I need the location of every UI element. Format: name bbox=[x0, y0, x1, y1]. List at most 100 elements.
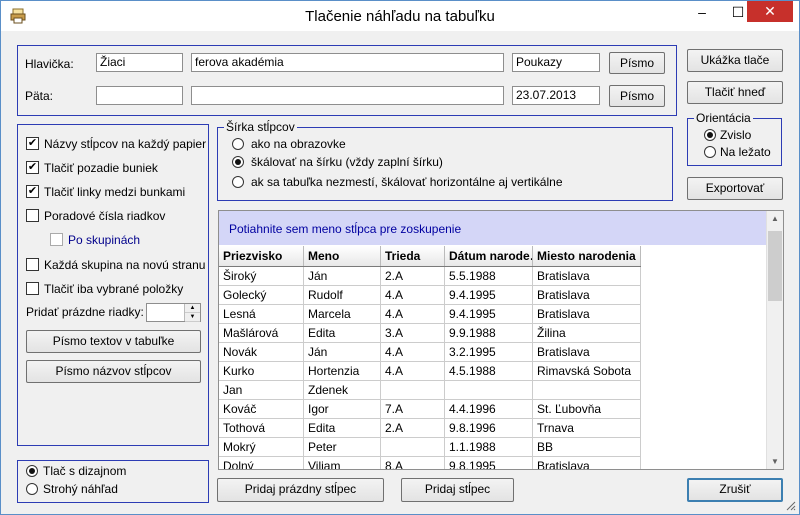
table-cell[interactable]: 9.4.1995 bbox=[444, 285, 533, 305]
table-cell[interactable] bbox=[380, 380, 445, 400]
table-row[interactable]: Mašlárová Edita 3.A 9.9.1988 Žilina bbox=[219, 323, 641, 343]
table-row[interactable]: Lesná Marcela 4.A 9.4.1995 Bratislava bbox=[219, 304, 641, 324]
print-now-button[interactable]: Tlačiť hneď bbox=[687, 81, 783, 104]
table-cell[interactable]: Novák bbox=[219, 342, 304, 362]
table-cell[interactable]: Rimavská Sobota bbox=[532, 361, 641, 381]
table-row[interactable]: Dolný Viliam 8.A 9.8.1995 Bratislava bbox=[219, 456, 641, 469]
table-cell[interactable] bbox=[444, 380, 533, 400]
table-cell[interactable]: 4.A bbox=[380, 361, 445, 381]
table-row[interactable]: Tothová Edita 2.A 9.8.1996 Trnava bbox=[219, 418, 641, 438]
row-numbers-checkbox[interactable] bbox=[26, 209, 39, 222]
table-cell[interactable] bbox=[380, 437, 445, 457]
column-header[interactable]: Trieda bbox=[380, 246, 445, 267]
table-cell[interactable]: Trnava bbox=[532, 418, 641, 438]
column-header[interactable]: Dátum narode… bbox=[444, 246, 533, 267]
table-cell[interactable]: Peter bbox=[303, 437, 381, 457]
table-cell[interactable]: Edita bbox=[303, 323, 381, 343]
width-scale-width-radio[interactable] bbox=[232, 156, 244, 168]
table-cell[interactable]: 5.5.1988 bbox=[444, 266, 533, 286]
print-lines-checkbox[interactable]: ✔ bbox=[26, 185, 39, 198]
data-grid[interactable]: Potiahnite sem meno stĺpca pre zoskupeni… bbox=[218, 210, 784, 470]
table-cell[interactable]: Bratislava bbox=[532, 342, 641, 362]
table-cell[interactable]: Lesná bbox=[219, 304, 304, 324]
add-column-button[interactable]: Pridaj stĺpec bbox=[401, 478, 514, 502]
table-cell[interactable]: Jan bbox=[219, 380, 304, 400]
table-cell[interactable]: Tothová bbox=[219, 418, 304, 438]
table-cell[interactable]: Mokrý bbox=[219, 437, 304, 457]
footer-font-button[interactable]: Písmo bbox=[609, 85, 665, 107]
footer-center-input[interactable] bbox=[191, 86, 504, 105]
table-cell[interactable]: Bratislava bbox=[532, 266, 641, 286]
design-print-radio[interactable] bbox=[26, 465, 38, 477]
table-cell[interactable]: Ján bbox=[303, 342, 381, 362]
table-cell[interactable]: Kováč bbox=[219, 399, 304, 419]
scroll-up-icon[interactable]: ▲ bbox=[767, 214, 783, 223]
stepper-buttons[interactable]: ▲ ▼ bbox=[184, 304, 200, 322]
col-names-every-page-checkbox[interactable]: ✔ bbox=[26, 137, 39, 150]
table-cell[interactable]: Bratislava bbox=[532, 285, 641, 305]
scrollbar-thumb[interactable] bbox=[768, 231, 782, 301]
close-button[interactable]: ✕ bbox=[747, 1, 793, 22]
header-center-input[interactable]: ferova akadémia bbox=[191, 53, 504, 72]
table-cell[interactable]: 4.A bbox=[380, 342, 445, 362]
table-cell[interactable]: 4.A bbox=[380, 304, 445, 324]
table-cell[interactable]: 4.5.1988 bbox=[444, 361, 533, 381]
cancel-button[interactable]: Zrušiť bbox=[687, 478, 783, 502]
orientation-portrait-radio[interactable] bbox=[704, 129, 716, 141]
minimize-button[interactable]: – bbox=[687, 1, 717, 23]
table-cell[interactable]: Žilina bbox=[532, 323, 641, 343]
table-cell[interactable]: Igor bbox=[303, 399, 381, 419]
add-empty-column-button[interactable]: Pridaj prázdny stĺpec bbox=[217, 478, 384, 502]
table-cell[interactable]: 7.A bbox=[380, 399, 445, 419]
group-drop-area[interactable]: Potiahnite sem meno stĺpca pre zoskupeni… bbox=[219, 211, 767, 245]
table-cell[interactable]: 3.A bbox=[380, 323, 445, 343]
table-cell[interactable]: Mašlárová bbox=[219, 323, 304, 343]
print-preview-button[interactable]: Ukážka tlače bbox=[687, 49, 783, 72]
column-header[interactable]: Meno bbox=[303, 246, 381, 267]
table-cell[interactable]: St. Ľubovňa bbox=[532, 399, 641, 419]
table-cell[interactable]: Dolný bbox=[219, 456, 304, 469]
stepper-down-icon[interactable]: ▼ bbox=[185, 313, 200, 322]
table-cell[interactable] bbox=[532, 380, 641, 400]
footer-left-input[interactable] bbox=[96, 86, 183, 105]
table-row[interactable]: Kurko Hortenzia 4.A 4.5.1988 Rimavská Sobota bbox=[219, 361, 641, 381]
header-left-input[interactable]: Žiaci bbox=[96, 53, 183, 72]
table-cell[interactable]: Viliam bbox=[303, 456, 381, 469]
column-header[interactable]: Miesto narodenia bbox=[532, 246, 641, 267]
group-new-page-checkbox[interactable] bbox=[26, 258, 39, 271]
width-as-screen-radio[interactable] bbox=[232, 138, 244, 150]
vertical-scrollbar[interactable]: ▲ ▼ bbox=[766, 211, 783, 469]
table-cell[interactable]: Kurko bbox=[219, 361, 304, 381]
stepper-up-icon[interactable]: ▲ bbox=[185, 304, 200, 313]
table-cell[interactable]: Bratislava bbox=[532, 304, 641, 324]
resize-grip-icon[interactable] bbox=[784, 499, 796, 511]
table-row[interactable]: Jan Zdenek bbox=[219, 380, 641, 400]
table-text-font-button[interactable]: Písmo textov v tabuľke bbox=[26, 330, 201, 353]
table-cell[interactable]: 4.4.1996 bbox=[444, 399, 533, 419]
table-cell[interactable]: 8.A bbox=[380, 456, 445, 469]
table-cell[interactable]: 9.4.1995 bbox=[444, 304, 533, 324]
table-cell[interactable]: Marcela bbox=[303, 304, 381, 324]
table-cell[interactable]: Hortenzia bbox=[303, 361, 381, 381]
orientation-landscape-radio[interactable] bbox=[704, 146, 716, 158]
table-cell[interactable]: Golecký bbox=[219, 285, 304, 305]
table-cell[interactable]: 4.A bbox=[380, 285, 445, 305]
table-cell[interactable]: 9.9.1988 bbox=[444, 323, 533, 343]
table-row[interactable]: Golecký Rudolf 4.A 9.4.1995 Bratislava bbox=[219, 285, 641, 305]
plain-preview-radio[interactable] bbox=[26, 483, 38, 495]
table-cell[interactable]: Edita bbox=[303, 418, 381, 438]
table-row[interactable]: Mokrý Peter 1.1.1988 BB bbox=[219, 437, 641, 457]
table-cell[interactable]: 9.8.1996 bbox=[444, 418, 533, 438]
column-header[interactable]: Priezvisko bbox=[219, 246, 304, 267]
scroll-down-icon[interactable]: ▼ bbox=[767, 457, 783, 466]
table-row[interactable]: Široký Ján 2.A 5.5.1988 Bratislava bbox=[219, 266, 641, 286]
table-cell[interactable]: Bratislava bbox=[532, 456, 641, 469]
table-row[interactable]: Kováč Igor 7.A 4.4.1996 St. Ľubovňa bbox=[219, 399, 641, 419]
header-font-button[interactable]: Písmo bbox=[609, 52, 665, 74]
table-cell[interactable]: 2.A bbox=[380, 266, 445, 286]
table-cell[interactable]: 9.8.1995 bbox=[444, 456, 533, 469]
table-cell[interactable]: 3.2.1995 bbox=[444, 342, 533, 362]
table-row[interactable]: Novák Ján 4.A 3.2.1995 Bratislava bbox=[219, 342, 641, 362]
print-cell-bg-checkbox[interactable]: ✔ bbox=[26, 161, 39, 174]
only-selected-checkbox[interactable] bbox=[26, 282, 39, 295]
